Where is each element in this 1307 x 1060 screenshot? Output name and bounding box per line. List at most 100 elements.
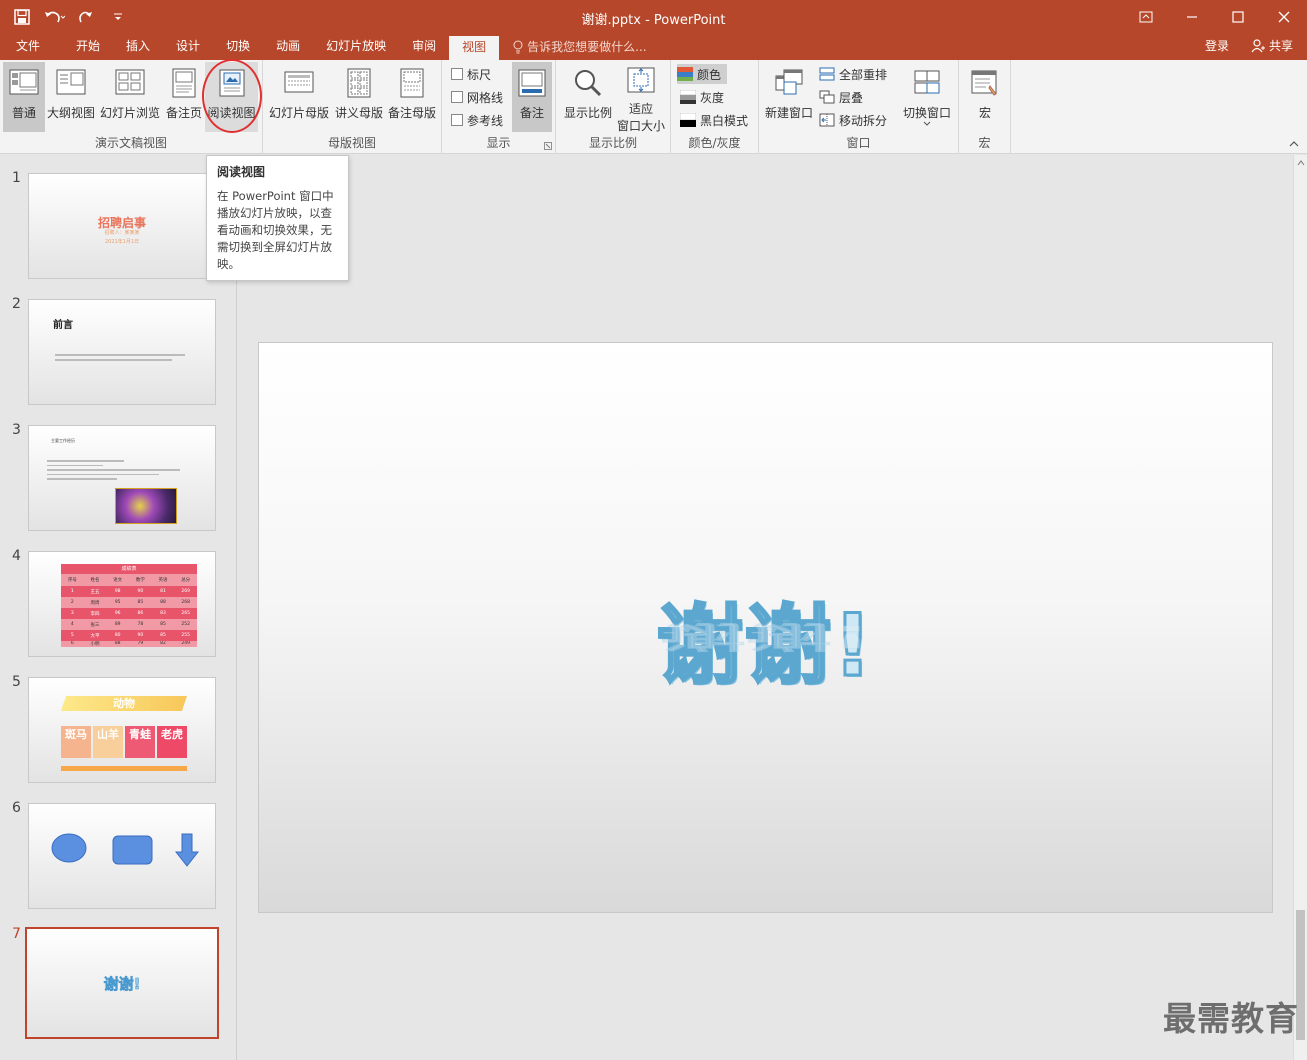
normal-view-icon: [7, 66, 41, 100]
notes-master-button[interactable]: 备注母版: [386, 62, 438, 132]
group-show: 标尺 网格线 参考线 备注 显示: [442, 60, 556, 154]
cascade-icon: [819, 90, 835, 104]
table-cell: 85: [160, 622, 166, 627]
window-title: 谢谢.pptx - PowerPoint: [581, 13, 726, 28]
slide-master-button[interactable]: 幻灯片母版: [267, 62, 331, 132]
move-split-label: 移动拆分: [839, 113, 888, 128]
tab-animations[interactable]: 动画: [263, 34, 313, 60]
move-split-button[interactable]: 移动拆分: [819, 110, 887, 130]
guides-checkbox[interactable]: 参考线: [451, 110, 503, 130]
notes-toggle-button[interactable]: 备注: [512, 62, 552, 132]
color-icon: [677, 67, 693, 81]
slide-master-icon: [282, 66, 316, 100]
macros-button[interactable]: 宏: [965, 62, 1005, 132]
current-slide-canvas[interactable]: 谢谢! 谢谢!: [258, 342, 1273, 913]
macros-icon: [968, 66, 1002, 100]
normal-view-button[interactable]: 普通: [3, 62, 45, 132]
slide-thumbnail-1[interactable]: 招聘启事 招聘人：某某某 2021年1月1日: [28, 173, 216, 279]
slide-thumbnail-6[interactable]: [28, 803, 216, 909]
maximize-icon[interactable]: [1215, 0, 1261, 34]
table-cell: 大平: [90, 633, 100, 639]
ribbon: 普通 大纲视图 幻灯片浏览 备注页 阅读视图 演示文稿视图 幻灯片母版 讲义母版…: [0, 59, 1307, 154]
share-button[interactable]: 共享: [1245, 35, 1299, 57]
tab-design[interactable]: 设计: [163, 34, 213, 60]
slide-sorter-button[interactable]: 幻灯片浏览: [98, 62, 162, 132]
sign-in-link[interactable]: 登录: [1205, 34, 1229, 58]
ribbon-tab-bar: 文件 开始 插入 设计 切换 动画 幻灯片放映 审阅 视图 告诉我您想要做什么.…: [0, 34, 1307, 60]
table-cell: 255: [181, 633, 190, 638]
table-cell: 李四: [90, 611, 100, 617]
fit-to-window-button[interactable]: 适应 窗口大小: [615, 62, 667, 133]
ribbon-display-options-icon[interactable]: [1123, 0, 1169, 34]
outline-view-button[interactable]: 大纲视图: [46, 62, 96, 132]
slide-thumbnail-2[interactable]: 前言: [28, 299, 216, 405]
table-cell: 小明: [90, 642, 100, 647]
magnifier-icon: [571, 66, 605, 100]
tab-slideshow[interactable]: 幻灯片放映: [313, 34, 399, 60]
arrange-all-icon: [819, 67, 835, 81]
table-cell: 89: [114, 622, 121, 627]
table-row: 6 小明 88 79 82 249: [61, 641, 197, 647]
slide-editor: 谢谢! 谢谢!: [238, 155, 1307, 1060]
gridlines-checkbox[interactable]: 网格线: [451, 87, 503, 107]
ruler-check-box[interactable]: [451, 68, 463, 80]
table-row: 2 周周 95 85 88 268: [61, 597, 197, 608]
tab-file[interactable]: 文件: [0, 34, 56, 60]
notes-page-button[interactable]: 备注页: [164, 62, 204, 132]
table-row: 4 张三 89 78 85 252: [61, 619, 197, 630]
ruler-checkbox[interactable]: 标尺: [451, 64, 491, 84]
black-white-button[interactable]: 黑白模式: [680, 110, 748, 130]
minimize-icon[interactable]: [1169, 0, 1215, 34]
tooltip-title: 阅读视图: [217, 165, 266, 179]
table-cell: 265: [181, 611, 190, 616]
table-cell: 张三: [90, 622, 100, 628]
slide-thumbnail-4[interactable]: 成绩表 序号 姓名 语文 数学 英语 总分 1 王五 98 90 81 269 …: [28, 551, 216, 657]
dialog-launcher-icon[interactable]: [544, 142, 552, 150]
cascade-button[interactable]: 层叠: [819, 87, 863, 107]
tab-review[interactable]: 审阅: [399, 34, 449, 60]
watermark: 最需教育: [1163, 999, 1299, 1038]
person-icon: [1251, 39, 1265, 53]
outline-view-icon: [54, 66, 88, 100]
thumb5-footer-bar: [61, 766, 187, 771]
group-label-presentation-views: 演示文稿视图: [94, 136, 167, 150]
slide-number: 5: [12, 674, 21, 690]
slide-thumbnail-7[interactable]: 谢谢!: [25, 927, 219, 1039]
switch-windows-button[interactable]: 切换窗口: [899, 62, 955, 132]
arrange-all-button[interactable]: 全部重排: [819, 64, 887, 84]
new-window-button[interactable]: 新建窗口: [762, 62, 816, 132]
vertical-scrollbar[interactable]: [1293, 155, 1307, 1060]
slide-thumbnail-3[interactable]: 主要工作经历: [28, 425, 216, 531]
zoom-button[interactable]: 显示比例: [562, 62, 614, 132]
black-white-label: 黑白模式: [700, 113, 749, 128]
share-label: 共享: [1268, 39, 1293, 53]
color-button[interactable]: 颜色: [677, 64, 728, 84]
chevron-down-icon: [923, 121, 931, 126]
macros-label: 宏: [978, 106, 991, 120]
close-icon[interactable]: [1261, 0, 1307, 34]
grayscale-icon: [680, 90, 696, 104]
tell-me-box[interactable]: 告诉我您想要做什么...: [513, 34, 647, 60]
group-label-show: 显示: [486, 136, 511, 150]
grayscale-button[interactable]: 灰度: [680, 87, 724, 107]
tab-insert[interactable]: 插入: [113, 34, 163, 60]
table-cell: 249: [181, 641, 190, 646]
slide-sorter-icon: [113, 66, 147, 100]
notes-page-label: 备注页: [165, 106, 202, 120]
slide-number-current: 7: [12, 926, 21, 942]
collapse-ribbon-icon[interactable]: [1289, 137, 1299, 150]
tab-transitions[interactable]: 切换: [213, 34, 263, 60]
thumb1-subtitle: 招聘人：某某某: [104, 230, 140, 236]
guides-check-box[interactable]: [451, 114, 463, 126]
slide-thumbnail-5[interactable]: 动物 斑马 山羊 青蛙 老虎: [28, 677, 216, 783]
tab-home[interactable]: 开始: [56, 34, 113, 60]
slide-number: 3: [12, 422, 21, 438]
tab-view[interactable]: 视图: [449, 36, 500, 60]
notes-icon: [515, 66, 549, 100]
new-window-icon: [772, 66, 806, 100]
thumb1-date: 2021年1月1日: [104, 239, 140, 245]
scroll-up-icon[interactable]: [1294, 157, 1307, 171]
gridlines-check-box[interactable]: [451, 91, 463, 103]
handout-master-button[interactable]: 讲义母版: [333, 62, 385, 132]
switch-windows-icon: [910, 66, 944, 100]
